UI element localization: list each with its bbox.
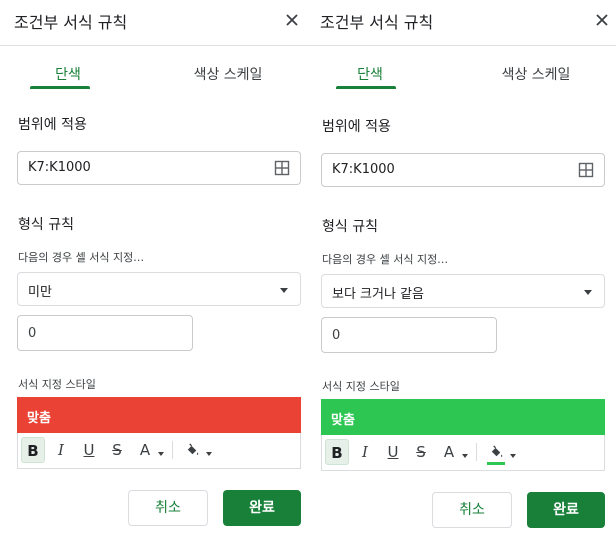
chevron-down-icon <box>158 452 164 456</box>
chevron-down-icon <box>206 452 212 456</box>
strikethrough-button[interactable]: S <box>105 437 129 463</box>
toolbar-divider <box>172 441 173 459</box>
tab-single-color[interactable]: 단색 <box>36 64 100 84</box>
grid-select-icon[interactable] <box>578 162 594 178</box>
condition-label: 다음의 경우 셀 서식 지정… <box>18 251 145 264</box>
done-button[interactable]: 완료 <box>527 492 605 528</box>
format-preview: 맞춤 <box>17 397 301 433</box>
tab-color-scale[interactable]: 색상 스케일 <box>176 64 280 84</box>
conditional-format-panel-left: 조건부 서식 규칙 단색 색상 스케일 범위에 적용 K7:K1000 형식 규… <box>0 0 306 546</box>
fill-color-button[interactable] <box>180 437 204 463</box>
toolbar-divider <box>476 443 477 461</box>
condition-select[interactable]: 미만 <box>17 272 301 306</box>
range-value: K7:K1000 <box>28 160 91 175</box>
close-icon[interactable] <box>592 10 612 30</box>
condition-value: 보다 크거나 같음 <box>332 287 424 302</box>
style-toolbar: B I U S A <box>17 433 301 469</box>
chevron-down-icon <box>510 454 516 458</box>
tab-single-color[interactable]: 단색 <box>338 64 402 84</box>
format-rules-label: 형식 규칙 <box>322 219 378 235</box>
condition-label: 다음의 경우 셀 서식 지정… <box>322 253 449 266</box>
preview-text: 맞춤 <box>331 413 355 428</box>
done-button[interactable]: 완료 <box>223 490 301 526</box>
condition-value: 미만 <box>28 285 52 300</box>
panel-title: 조건부 서식 규칙 <box>14 13 128 32</box>
tab-active-indicator <box>30 86 90 89</box>
fill-color-swatch <box>487 462 505 465</box>
bold-button[interactable]: B <box>325 439 349 465</box>
panel-header: 조건부 서식 규칙 <box>304 0 616 46</box>
underline-button[interactable]: U <box>77 437 101 463</box>
chevron-down-icon <box>584 290 592 295</box>
underline-button[interactable]: U <box>381 439 405 465</box>
style-label: 서식 지정 스타일 <box>322 380 400 393</box>
panel-title: 조건부 서식 규칙 <box>320 13 434 32</box>
italic-button[interactable]: I <box>49 437 73 463</box>
conditional-format-panel-right: 조건부 서식 규칙 단색 색상 스케일 범위에 적용 K7:K1000 형식 규… <box>304 0 616 546</box>
apply-range-label: 범위에 적용 <box>322 119 391 135</box>
paint-bucket-icon <box>185 441 200 459</box>
range-input[interactable]: K7:K1000 <box>321 153 605 187</box>
tab-color-scale[interactable]: 색상 스케일 <box>482 64 590 84</box>
style-toolbar: B I U S A <box>321 435 605 471</box>
value-input[interactable]: 0 <box>17 315 193 351</box>
bold-button[interactable]: B <box>21 437 45 463</box>
cancel-button[interactable]: 취소 <box>432 492 512 528</box>
format-rules-label: 형식 규칙 <box>18 217 74 233</box>
italic-button[interactable]: I <box>353 439 377 465</box>
panel-header: 조건부 서식 규칙 <box>0 0 306 46</box>
tab-active-indicator <box>336 86 396 89</box>
condition-select[interactable]: 보다 크거나 같음 <box>321 274 605 308</box>
value-text: 0 <box>28 326 37 341</box>
text-color-button[interactable]: A <box>133 437 157 463</box>
grid-select-icon[interactable] <box>274 160 290 176</box>
text-color-button[interactable]: A <box>437 439 461 465</box>
close-icon[interactable] <box>282 10 302 30</box>
paint-bucket-icon <box>489 443 504 461</box>
style-label: 서식 지정 스타일 <box>18 378 96 391</box>
range-value: K7:K1000 <box>332 162 395 177</box>
value-input[interactable]: 0 <box>321 317 497 353</box>
apply-range-label: 범위에 적용 <box>18 117 87 133</box>
chevron-down-icon <box>462 454 468 458</box>
range-input[interactable]: K7:K1000 <box>17 151 301 185</box>
chevron-down-icon <box>280 288 288 293</box>
cancel-button[interactable]: 취소 <box>128 490 208 526</box>
strikethrough-button[interactable]: S <box>409 439 433 465</box>
preview-text: 맞춤 <box>27 411 51 426</box>
format-preview: 맞춤 <box>321 399 605 435</box>
value-text: 0 <box>332 328 341 343</box>
